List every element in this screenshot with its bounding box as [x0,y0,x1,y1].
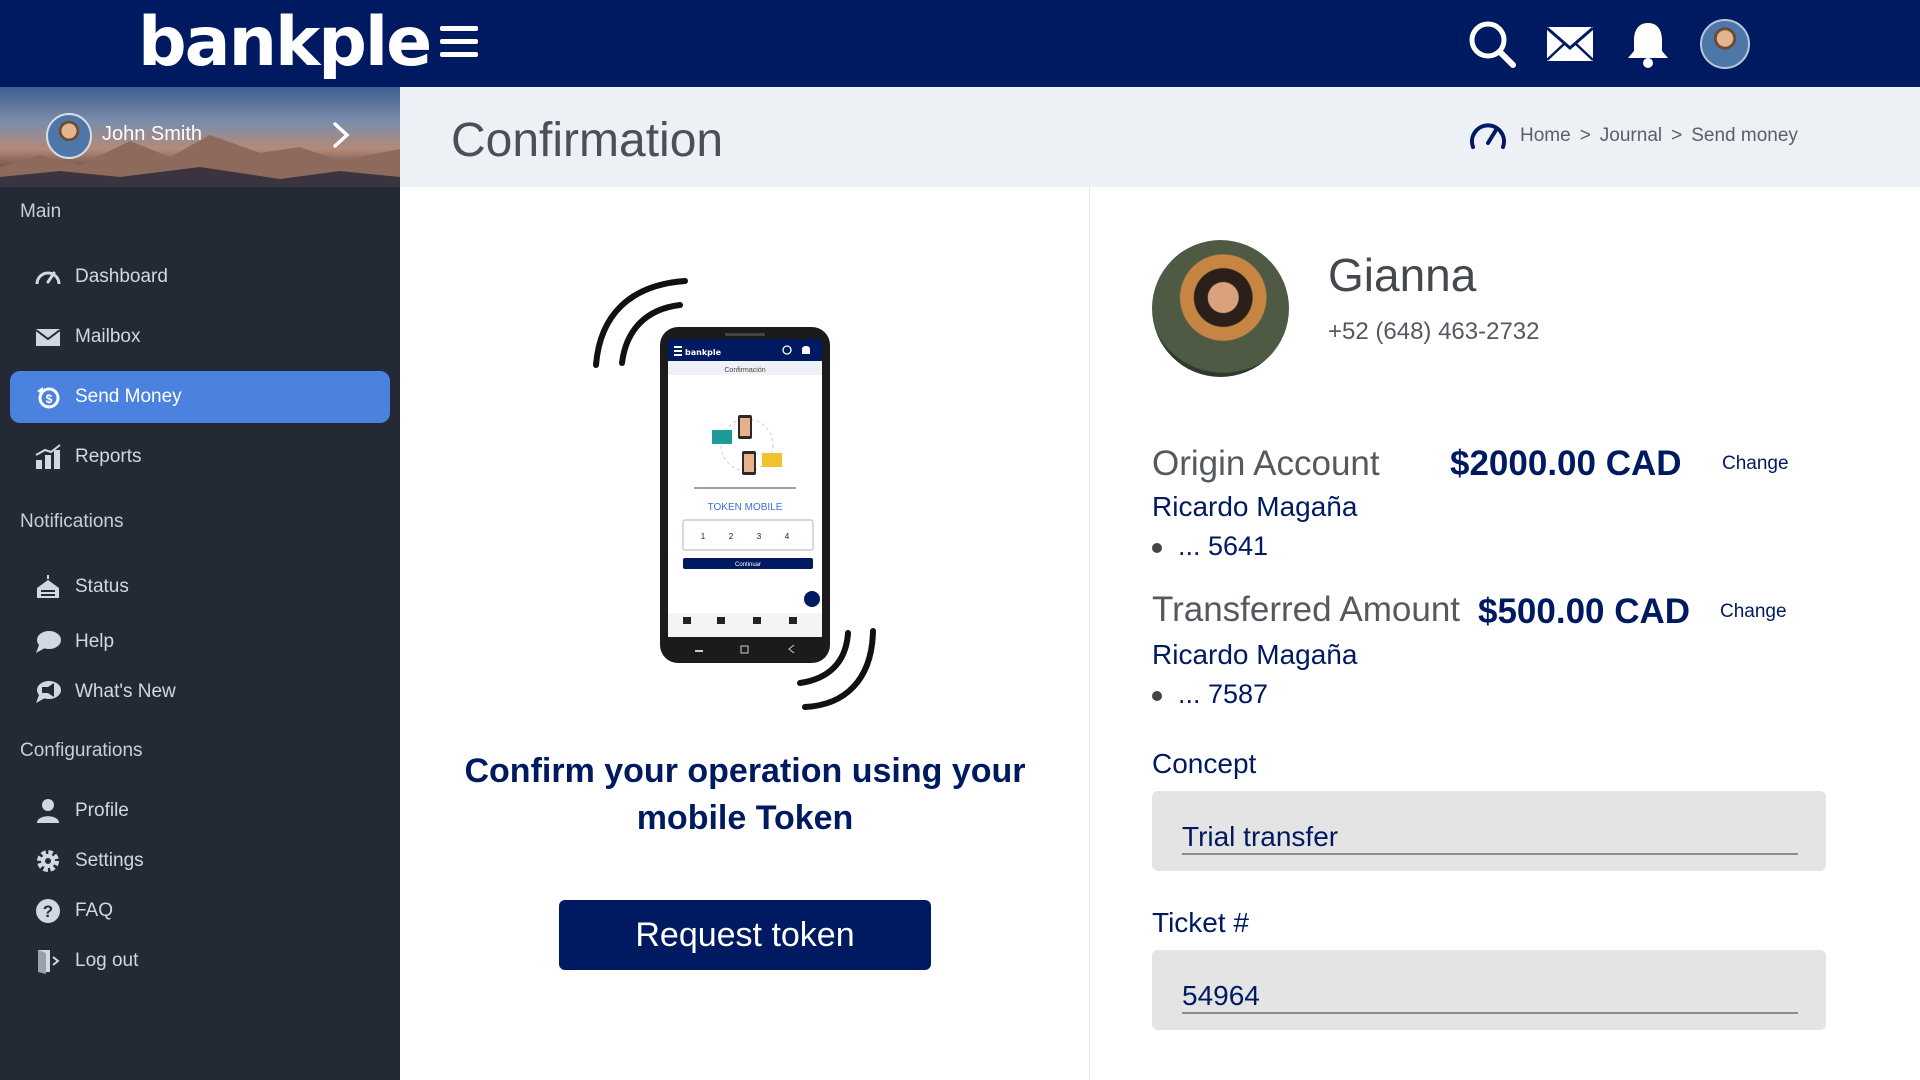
sidebar-item-send-money[interactable]: $ Send Money [10,371,390,423]
transferred-account-holder: Ricardo Magaña [1152,639,1358,670]
gear-icon [37,850,59,872]
sidebar-item-label: Status [75,576,129,597]
transferred-account-number: ... 7587 [1152,679,1268,710]
concept-input[interactable] [1182,815,1798,855]
sidebar-user-name: John Smith [102,123,203,145]
change-origin-link[interactable]: Change [1722,453,1789,475]
ticket-field [1152,950,1826,1030]
megaphone-icon [36,681,61,703]
ticket-input[interactable] [1182,974,1798,1014]
sidebar: John Smith Main Dashboard Mailbox $ Send… [0,87,400,1080]
sidebar-item-label: What's New [75,681,176,702]
chevron-right-icon[interactable] [330,119,352,151]
phone-token-digit: 1 [701,532,706,541]
recipient-avatar [1152,240,1289,377]
bullet [1152,690,1162,701]
ticket-label: Ticket # [1152,907,1249,938]
sidebar-item-label: Settings [75,850,144,871]
chart-icon [35,444,61,469]
concept-field [1152,791,1826,871]
origin-account-amount: $2000.00 CAD [1450,444,1682,483]
breadcrumb-separator: > [1579,125,1591,146]
sidebar-item-mailbox[interactable]: Mailbox [10,311,390,363]
phone-token-digit: 3 [757,532,762,541]
phone-app-logo: bankple [685,348,722,357]
chat-bubble-icon [36,631,61,653]
send-money-icon: $ [37,387,60,409]
sidebar-item-label: Mailbox [75,326,141,347]
sidebar-item-whats-new[interactable]: What's New [10,666,390,718]
top-bar: bankple [0,0,1920,87]
origin-account-label: Origin Account [1152,444,1380,483]
sidebar-item-label: Dashboard [75,266,168,287]
user-icon [37,799,59,823]
logout-icon [38,950,60,974]
breadcrumb-send-money[interactable]: Send money [1691,125,1798,146]
sidebar-item-label: FAQ [75,900,114,921]
sidebar-item-profile[interactable]: Profile [10,785,390,837]
bell-icon[interactable] [1622,18,1674,70]
concept-label: Concept [1152,748,1257,779]
change-transfer-link[interactable]: Change [1720,601,1787,623]
user-avatar[interactable] [1700,19,1750,69]
menu-icon[interactable] [440,26,478,60]
token-instruction: Confirm your operation using your mobile… [464,752,1026,837]
sidebar-item-logout[interactable]: Log out [10,935,390,987]
speedometer-icon[interactable] [1468,117,1508,153]
page-title: Confirmation [451,114,724,167]
origin-account-number: ... 5641 [1152,531,1268,562]
breadcrumb-separator: > [1671,125,1683,146]
sidebar-item-dashboard[interactable]: Dashboard [10,251,390,303]
phone-token-digit: 2 [729,532,734,541]
mail-icon [35,329,61,346]
phone-token-label: TOKEN MOBILE [708,502,783,513]
section-main: Main [20,201,62,222]
sidebar-item-label: Log out [75,950,139,971]
sidebar-item-label: Profile [75,800,129,821]
search-icon[interactable] [1466,18,1518,70]
transferred-amount-label: Transferred Amount [1152,590,1461,629]
sidebar-item-label: Reports [75,446,142,467]
transferred-account-number-text: ... 7587 [1178,679,1269,709]
speedometer-icon [35,271,61,285]
panel-divider [1089,187,1090,1080]
profile-banner[interactable]: John Smith [0,87,400,187]
sidebar-item-label: Send Money [75,386,182,407]
sidebar-item-status[interactable]: Status [10,561,390,613]
breadcrumb: Home > Journal > Send money [1520,125,1798,147]
sidebar-item-help[interactable]: Help [10,616,390,668]
sidebar-item-settings[interactable]: Settings [10,835,390,887]
breadcrumb-home[interactable]: Home [1520,125,1571,146]
phone-screen-title: Confirmación [724,367,765,374]
sidebar-item-faq[interactable]: ? FAQ [10,885,390,937]
section-notifications: Notifications [20,511,124,532]
phone-token-digit: 4 [785,532,790,541]
origin-account-number-text: ... 5641 [1178,531,1269,561]
bankple-logo[interactable]: bankple [138,4,432,82]
svg-text:?: ? [43,902,53,921]
mail-icon[interactable] [1544,18,1596,70]
request-token-button[interactable]: Request token [559,900,931,970]
bullet [1152,542,1162,553]
phone-token-illustration: bankple Confirmación TOKEN MOBILE 1 2 3 … [593,278,876,710]
section-configurations: Configurations [20,740,143,761]
recipient-name: Gianna [1328,249,1477,301]
question-icon: ? [36,899,60,923]
phone-continue-label: Continuar [735,562,761,568]
recipient-phone: +52 (648) 463-2732 [1328,318,1540,345]
svg-text:$: $ [46,392,53,406]
page-header: Confirmation Home > Journal > Send money [400,87,1920,187]
sidebar-avatar [46,113,92,159]
sidebar-item-label: Help [75,631,115,652]
transferred-amount: $500.00 CAD [1478,592,1691,631]
origin-account-holder: Ricardo Magaña [1152,491,1358,522]
sidebar-item-reports[interactable]: Reports [10,431,390,483]
status-icon [37,575,59,598]
breadcrumb-journal[interactable]: Journal [1600,125,1662,146]
